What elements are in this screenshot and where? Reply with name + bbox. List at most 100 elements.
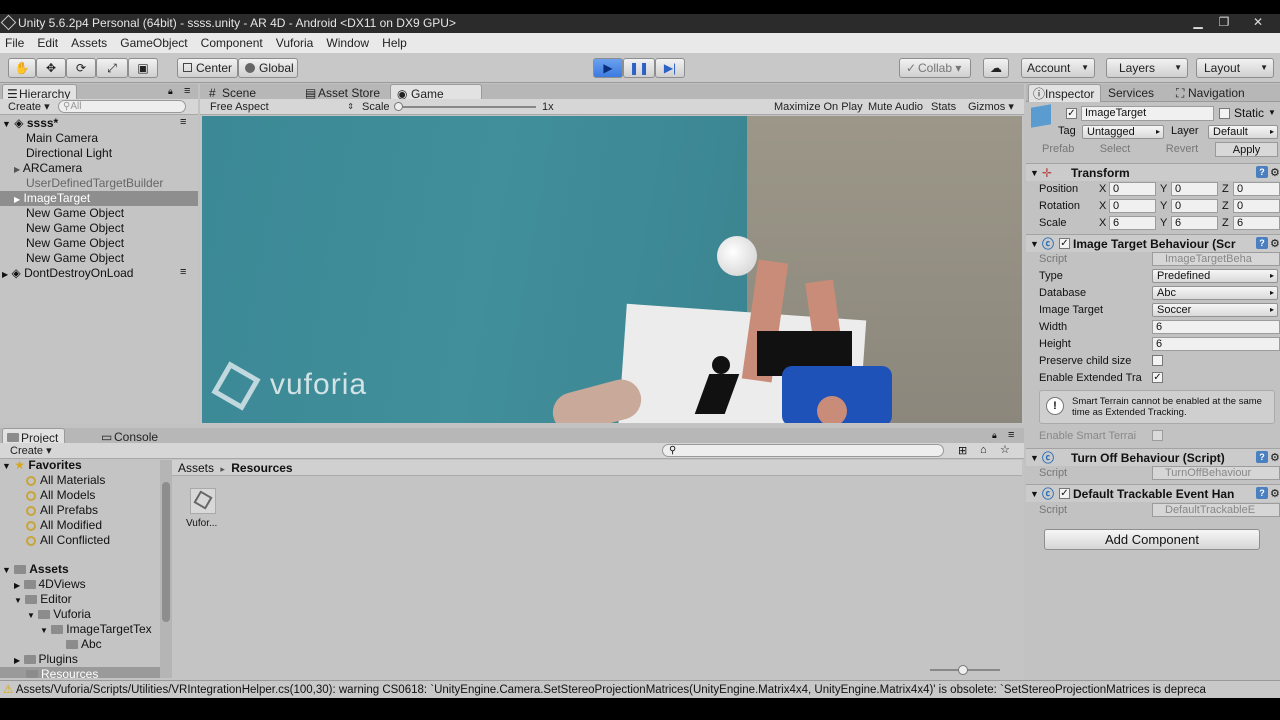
position-y-field[interactable]: 0 — [1171, 182, 1218, 196]
status-bar[interactable]: ⚠ Assets/Vuforia/Scripts/Utilities/VRInt… — [0, 680, 1280, 698]
pivot-center-button[interactable]: Center — [177, 58, 238, 78]
database-dropdown[interactable]: Abc — [1152, 286, 1278, 300]
hierarchy-item-main-camera[interactable]: Main Camera — [26, 131, 98, 146]
hierarchy-dontdestroy[interactable]: ▶ ◈ DontDestroyOnLoad — [2, 266, 133, 281]
pause-button[interactable]: ❚❚ — [623, 58, 655, 78]
hierarchy-item-new-game-object[interactable]: New Game Object — [26, 236, 124, 251]
help-icon[interactable]: ? — [1256, 487, 1268, 499]
game-view-camera-feed[interactable]: vuforia — [202, 116, 1022, 423]
mute-audio-toggle[interactable]: Mute Audio — [864, 100, 927, 114]
rotate-tool-button[interactable]: ⟳ — [66, 58, 96, 78]
label-icon[interactable]: ⌂ — [980, 444, 987, 456]
hierarchy-item-new-game-object[interactable]: New Game Object — [26, 206, 124, 221]
static-checkbox[interactable] — [1219, 108, 1230, 119]
menu-file[interactable]: File — [0, 33, 29, 53]
script-field[interactable]: DefaultTrackableE — [1152, 503, 1280, 517]
active-checkbox[interactable]: ✓ — [1066, 108, 1077, 119]
tag-dropdown[interactable]: Untagged — [1082, 125, 1164, 139]
asset-item-label[interactable]: Vufor... — [186, 518, 217, 529]
play-button[interactable]: ▶ — [593, 58, 623, 78]
layers-dropdown[interactable]: Layers ▼ — [1106, 58, 1188, 78]
star-icon[interactable]: ☆ — [1000, 443, 1010, 456]
menu-assets[interactable]: Assets — [66, 33, 112, 53]
default-trackable-header[interactable]: ▼ ⓒ ✓ Default Trackable Event Han ? ⚙ — [1026, 484, 1280, 502]
rotation-y-field[interactable]: 0 — [1171, 199, 1218, 213]
maximize-on-play-toggle[interactable]: Maximize On Play — [770, 100, 867, 114]
script-field[interactable]: ImageTargetBeha — [1152, 252, 1280, 266]
tree-item-imagetargettex[interactable]: ▼ ImageTargetTex — [40, 622, 152, 637]
close-button[interactable]: ✕ — [1243, 14, 1273, 31]
position-x-field[interactable]: 0 — [1109, 182, 1156, 196]
scene-root[interactable]: ▼ ◈ ssss* — [2, 116, 58, 131]
menu-vuforia[interactable]: Vuforia — [271, 33, 319, 53]
chevron-down-icon[interactable]: ▼ — [1268, 108, 1276, 117]
scale-x-field[interactable]: 6 — [1109, 216, 1156, 230]
menu-icon[interactable]: ≡ — [1008, 429, 1014, 441]
preserve-child-size-checkbox[interactable] — [1152, 355, 1163, 366]
stats-toggle[interactable]: Stats — [927, 100, 960, 114]
menu-window[interactable]: Window — [321, 33, 374, 53]
favorites-header[interactable]: ▼ ★ Favorites — [2, 460, 82, 473]
hierarchy-item-udtb[interactable]: UserDefinedTargetBuilder — [26, 176, 163, 191]
scale-slider[interactable] — [396, 106, 536, 108]
scale-y-field[interactable]: 6 — [1171, 216, 1218, 230]
menu-gameobject[interactable]: GameObject — [115, 33, 192, 53]
icon-size-slider-handle[interactable] — [958, 665, 968, 675]
image-target-dropdown[interactable]: Soccer — [1152, 303, 1278, 317]
component-enabled-checkbox[interactable]: ✓ — [1059, 488, 1070, 499]
minimize-button[interactable]: ▁ — [1185, 14, 1211, 31]
menu-help[interactable]: Help — [377, 33, 412, 53]
component-enabled-checkbox[interactable]: ✓ — [1059, 238, 1070, 249]
move-tool-button[interactable]: ✥ — [36, 58, 66, 78]
favorite-item[interactable]: All Modified — [26, 518, 102, 533]
layer-dropdown[interactable]: Default — [1208, 125, 1278, 139]
type-dropdown[interactable]: Predefined — [1152, 269, 1278, 283]
project-search-input[interactable]: ⚲ — [662, 444, 944, 457]
extended-tracking-checkbox[interactable]: ✓ — [1152, 372, 1163, 383]
tree-item-4dviews[interactable]: ▶ 4DViews — [14, 577, 86, 592]
favorite-item[interactable]: All Conflicted — [26, 533, 110, 548]
favorite-item[interactable]: All Prefabs — [26, 503, 98, 518]
favorite-item[interactable]: All Models — [26, 488, 95, 503]
tree-item-resources[interactable]: Resources — [0, 667, 160, 678]
project-create-button[interactable]: Create ▾ — [6, 444, 56, 458]
breadcrumb-assets[interactable]: Assets — [178, 461, 214, 475]
menu-edit[interactable]: Edit — [32, 33, 63, 53]
hierarchy-item-arcamera[interactable]: ▶ ARCamera — [14, 161, 82, 176]
prefab-apply-button[interactable]: Apply — [1215, 142, 1278, 157]
rect-tool-button[interactable]: ▣ — [128, 58, 158, 78]
gizmos-dropdown[interactable]: Gizmos ▾ — [964, 100, 1018, 114]
filter-type-icon[interactable]: ⊞ — [958, 444, 967, 457]
lock-icon[interactable]: 🔒︎ — [992, 430, 997, 441]
tree-item-abc[interactable]: Abc — [66, 637, 102, 652]
breadcrumb-resources[interactable]: Resources — [231, 461, 292, 475]
account-dropdown[interactable]: Account ▼ — [1021, 58, 1095, 78]
maximize-button[interactable]: ❐ — [1211, 14, 1237, 31]
tab-inspector[interactable]: ⓘ Inspector — [1028, 84, 1102, 102]
tree-item-vuforia[interactable]: ▼ Vuforia — [27, 607, 91, 622]
help-icon[interactable]: ? — [1256, 237, 1268, 249]
scale-z-field[interactable]: 6 — [1233, 216, 1280, 230]
object-name-field[interactable]: ImageTarget — [1081, 106, 1214, 121]
help-icon[interactable]: ? — [1256, 451, 1268, 463]
favorite-item[interactable]: All Materials — [26, 473, 105, 488]
scrollbar-thumb[interactable] — [162, 482, 170, 622]
hierarchy-item-new-game-object[interactable]: New Game Object — [26, 251, 124, 266]
assets-root[interactable]: ▼ Assets — [2, 562, 69, 577]
tab-navigation[interactable]: ⛶ Navigation — [1172, 84, 1251, 102]
tree-item-editor[interactable]: ▼ Editor — [14, 592, 72, 607]
add-component-button[interactable]: Add Component — [1044, 529, 1260, 550]
scale-tool-button[interactable]: ⤢ — [96, 58, 128, 78]
script-field[interactable]: TurnOffBehaviour — [1152, 466, 1280, 480]
gear-icon[interactable]: ⚙ — [1270, 235, 1280, 253]
rotation-x-field[interactable]: 0 — [1109, 199, 1156, 213]
tree-item-plugins[interactable]: ▶ Plugins — [14, 652, 78, 667]
step-button[interactable]: ▶| — [655, 58, 685, 78]
layout-dropdown[interactable]: Layout ▼ — [1196, 58, 1274, 78]
turn-off-behaviour-header[interactable]: ▼ ⓒ Turn Off Behaviour (Script) ? ⚙ — [1026, 448, 1280, 466]
collab-button[interactable]: ✓ Collab ▾ — [899, 58, 971, 78]
hierarchy-item-new-game-object[interactable]: New Game Object — [26, 221, 124, 236]
width-field[interactable]: 6 — [1152, 320, 1280, 334]
image-target-behaviour-header[interactable]: ▼ ⓒ ✓ Image Target Behaviour (Scr ? ⚙ — [1026, 234, 1280, 252]
menu-component[interactable]: Component — [196, 33, 268, 53]
